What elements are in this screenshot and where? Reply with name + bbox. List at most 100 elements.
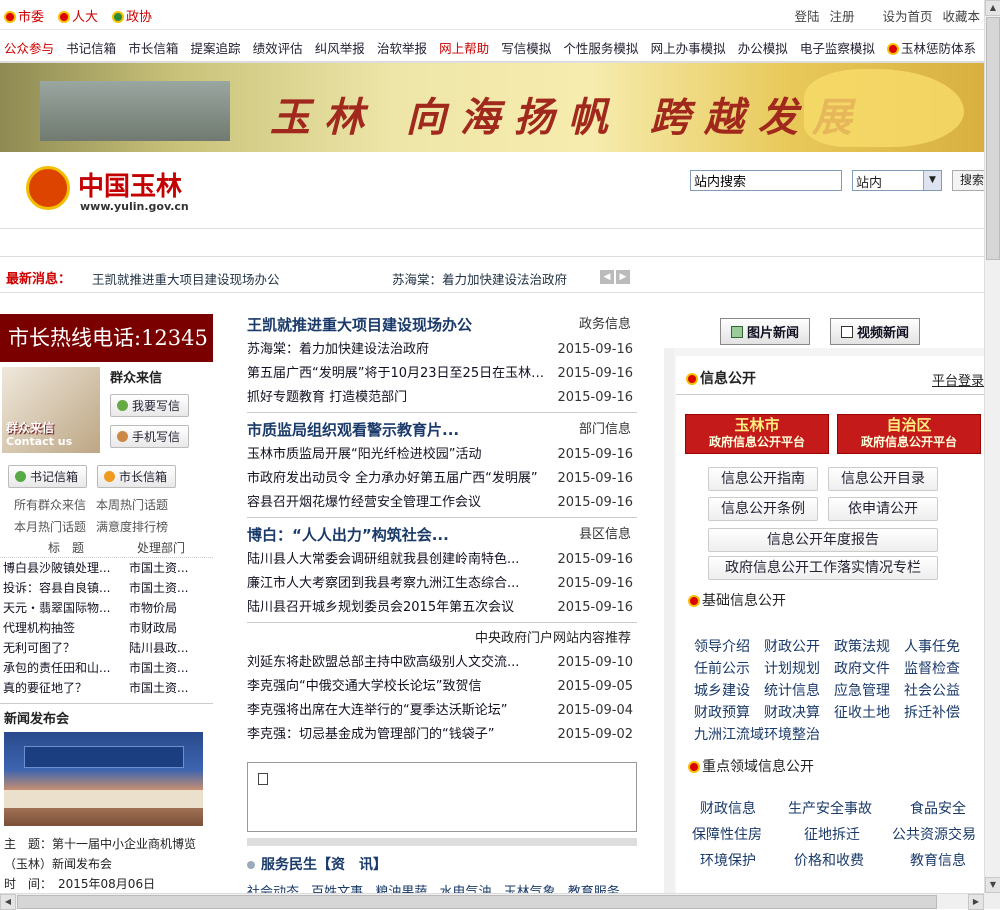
news-title[interactable]: 李克强向“中俄交通大学校长论坛”致贺信 [247,675,547,699]
annual-report-button[interactable]: 信息公开年度报告 [708,528,938,552]
section-headline[interactable]: 市质监局组织观看警示教育片... [247,417,459,443]
weekly-topics-link[interactable]: 本周热门话题 [96,498,168,512]
info-link[interactable]: 城乡建设 [694,680,750,702]
news-title[interactable]: 玉林市质监局开展“阳光纤检进校园”活动 [247,443,547,467]
prev-arrow-icon[interactable]: ◀ [600,270,614,284]
key-link[interactable]: 保障性住房 [692,824,788,844]
satisfaction-ranking-link[interactable]: 满意度排行榜 [96,520,168,534]
nav-item[interactable]: 绩效评估 [249,31,307,61]
yulin-platform-button[interactable]: 玉林市 政府信息公开平台 [685,414,829,454]
info-link[interactable]: 任前公示 [694,658,750,680]
info-link[interactable]: 拆迁补偿 [904,702,960,724]
monthly-topics-link[interactable]: 本月热门话题 [14,520,86,534]
nav-item[interactable]: 个性服务模拟 [559,31,642,61]
news-item[interactable]: 抓好专题教育 打造模范部门 2015-09-16 [247,386,637,410]
letter-title[interactable]: 无利可图了？ [0,638,129,658]
key-link[interactable]: 财政信息 [692,798,788,818]
top-link-cppcc[interactable]: 政协 [112,6,152,25]
info-link[interactable]: 社会公益 [904,680,960,702]
news-title[interactable]: 陆川县人大常委会调研组就我县创建岭南特色... [247,548,547,572]
table-row[interactable]: 投诉：容县自良镇... 市国土资... [0,578,213,598]
ticker-item[interactable]: 苏海棠：着力加快建设法治政府 [392,269,567,288]
info-link[interactable]: 征收土地 [834,702,890,724]
news-item[interactable]: 李克强将出席在大连举行的“夏季达沃斯论坛” 2015-09-04 [247,699,637,723]
nav-item[interactable]: 网上办事模拟 [647,31,730,61]
info-link[interactable]: 统计信息 [764,680,820,702]
table-row[interactable]: 承包的责任田和山... 市国土资... [0,658,213,678]
news-item[interactable]: 苏海棠：着力加快建设法治政府 2015-09-16 [247,338,637,362]
disclosure-catalog-button[interactable]: 信息公开目录 [828,467,938,491]
nav-item[interactable]: 提案追踪 [186,31,244,61]
info-link[interactable]: 人事任免 [904,636,960,658]
service-link[interactable]: 水电气油 [439,885,491,893]
horizontal-scrollbar[interactable]: ◀ ▶ [0,893,984,910]
platform-login-link[interactable]: 平台登录 [932,370,984,389]
ticker-item[interactable]: 王凯就推进重大项目建设现场办公 [92,269,280,288]
info-link[interactable]: 九洲江流域环境整治 [694,724,820,746]
key-link[interactable]: 价格和收费 [788,850,892,870]
table-row[interactable]: 真的要征地了？ 市国土资... [0,678,213,698]
mobile-letter-button[interactable]: 手机写信 [110,425,190,448]
key-link[interactable]: 教育信息 [892,850,982,870]
news-title[interactable]: 刘延东将赴欧盟总部主持中欧高级别人文交流... [247,651,547,675]
letter-title[interactable]: 博白县沙陂镇处理... [0,558,129,578]
mayor-mailbox-button[interactable]: 市长信箱 [97,465,177,488]
news-item[interactable]: 李克强：切忌基金成为管理部门的“钱袋子” 2015-09-02 [247,723,637,747]
news-title[interactable]: 陆川县召开城乡规划委员会2015年第五次会议 [247,596,547,620]
news-title[interactable]: 苏海棠：着力加快建设法治政府 [247,338,547,362]
info-link[interactable]: 监督检查 [904,658,960,680]
bookmark-link[interactable]: 收藏本 [942,6,980,25]
news-item[interactable]: 第五届广西“发明展”将于10月23日至25日在玉林举办 2015-09-16 [247,362,637,386]
key-link[interactable]: 公共资源交易 [892,824,982,844]
news-item[interactable]: 容县召开烟花爆竹经营安全管理工作会议 2015-09-16 [247,491,637,515]
nav-item[interactable]: 书记信箱 [62,31,120,61]
set-homepage-link[interactable]: 设为首页 [882,6,932,25]
service-link[interactable]: 社会动态 [247,885,299,893]
service-link[interactable]: 玉林气象 [504,885,556,893]
news-title[interactable]: 抓好专题教育 打造模范部门 [247,386,547,410]
key-link[interactable]: 环境保护 [692,850,788,870]
nav-item[interactable]: 公众参与 [0,31,58,61]
letter-title[interactable]: 真的要征地了？ [0,678,129,698]
nav-item[interactable]: 纠风举报 [311,31,369,61]
news-title[interactable]: 市政府发出动员令 全力承办好第五届广西“发明展” [247,467,547,491]
site-logo[interactable]: 中国玉林 www.yulin.gov.cn [4,162,214,220]
scroll-down-icon[interactable]: ▼ [985,877,1000,893]
news-item[interactable]: 市政府发出动员令 全力承办好第五届广西“发明展” 2015-09-16 [247,467,637,491]
implementation-column-button[interactable]: 政府信息公开工作落实情况专栏 [708,556,938,580]
nav-item[interactable]: 市长信箱 [124,31,182,61]
embedded-frame[interactable] [247,762,637,832]
nav-item[interactable]: 写信模拟 [497,31,555,61]
scroll-left-icon[interactable]: ◀ [0,894,16,910]
press-subject[interactable]: 主 题：第十一届中小企业商机博览（玉林）新闻发布会 [4,834,209,874]
nav-item[interactable]: 网上帮助 [435,31,493,61]
table-row[interactable]: 博白县沙陂镇处理... 市国土资... [0,558,213,578]
table-row[interactable]: 代理机构抽签 市财政局 [0,618,213,638]
region-platform-button[interactable]: 自治区 政府信息公开平台 [837,414,981,454]
contact-us-image[interactable]: 群众来信 Contact us [2,367,100,453]
info-link[interactable]: 领导介绍 [694,636,750,658]
news-title[interactable]: 李克强：切忌基金成为管理部门的“钱袋子” [247,723,547,747]
search-scope-select[interactable]: 站内 ▼ [852,170,942,191]
next-arrow-icon[interactable]: ▶ [616,270,630,284]
news-item[interactable]: 陆川县人大常委会调研组就我县创建岭南特色... 2015-09-16 [247,548,637,572]
scroll-thumb[interactable] [986,17,1000,260]
top-link-congress[interactable]: 人大 [58,6,98,25]
key-link[interactable]: 征地拆迁 [788,824,892,844]
news-title[interactable]: 容县召开烟花爆竹经营安全管理工作会议 [247,491,547,515]
info-link[interactable]: 应急管理 [834,680,890,702]
disclosure-regulations-button[interactable]: 信息公开条例 [708,497,818,521]
letter-title[interactable]: 投诉：容县自良镇... [0,578,129,598]
section-headline[interactable]: 博白：“人人出力”构筑社会... [247,522,449,548]
section-tag[interactable]: 部门信息 [579,417,631,443]
section-headline[interactable]: 王凯就推进重大项目建设现场办公 [247,312,472,338]
nav-item[interactable]: 办公模拟 [734,31,792,61]
section-tag[interactable]: 政务信息 [579,312,631,338]
service-link[interactable]: 百姓文事 [311,885,363,893]
all-letters-link[interactable]: 所有群众来信 [14,498,86,512]
secretary-mailbox-button[interactable]: 书记信箱 [8,465,88,488]
service-link[interactable]: 粮油果蔬 [375,885,427,893]
service-link[interactable]: 教育服务 [568,885,620,893]
vertical-scrollbar[interactable]: ▲ ▼ [984,0,1000,893]
info-link[interactable]: 政策法规 [834,636,890,658]
